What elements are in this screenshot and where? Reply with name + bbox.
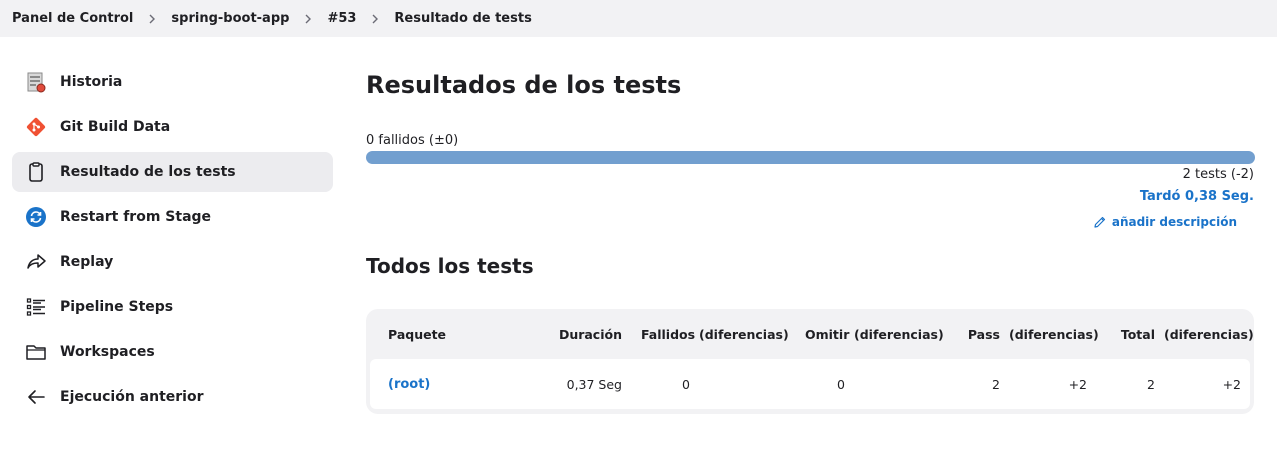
cell-total: 2: [1147, 376, 1155, 392]
sidebar-item-label: Restart from Stage: [60, 209, 212, 225]
sidebar-item-git-build-data[interactable]: Git Build Data: [12, 107, 333, 147]
folder-icon: [24, 340, 48, 364]
sidebar-item-label: Historia: [60, 74, 123, 90]
breadcrumb-dashboard[interactable]: Panel de Control: [12, 11, 133, 26]
breadcrumb-build[interactable]: #53: [327, 11, 356, 26]
cell-skipped-diff: [860, 359, 920, 409]
test-progress-bar: [366, 151, 1255, 164]
duration-link[interactable]: Tardó 0,38 Seg.: [1140, 189, 1254, 204]
sidebar-item-workspaces[interactable]: Workspaces: [12, 332, 333, 372]
cell-total-diff: +2: [1222, 376, 1241, 392]
cell-pass: 2: [992, 376, 1000, 392]
tests-count: 2 tests (-2): [1182, 167, 1254, 182]
cell-failed-diff: [710, 359, 770, 409]
clipboard-icon: [24, 160, 48, 184]
restart-icon: [24, 205, 48, 229]
sidebar-item-replay[interactable]: Replay: [12, 242, 333, 282]
sidebar-item-pipeline-steps[interactable]: Pipeline Steps: [12, 287, 333, 327]
section-title: Todos los tests: [366, 254, 534, 278]
header-pass-diff[interactable]: (diferencias): [1009, 309, 1099, 359]
header-failed-diff[interactable]: (diferencias): [699, 309, 789, 359]
header-total-diff[interactable]: (diferencias): [1164, 309, 1254, 359]
sidebar-item-history[interactable]: Historia: [12, 62, 333, 102]
sidebar-item-label: Workspaces: [60, 344, 155, 360]
history-icon: [24, 70, 48, 94]
header-package[interactable]: Paquete: [388, 309, 446, 359]
sidebar-item-label: Ejecución anterior: [60, 389, 204, 405]
breadcrumb-job[interactable]: spring-boot-app: [171, 11, 289, 26]
sidebar-item-restart-from-stage[interactable]: Restart from Stage: [12, 197, 333, 237]
sidebar: Historia Git Build Data Resultado de los…: [12, 62, 333, 422]
cell-duration: 0,37 Seg: [566, 376, 622, 392]
pencil-icon: [1094, 216, 1105, 228]
header-skipped[interactable]: Omitir: [805, 309, 849, 359]
replay-icon: [24, 250, 48, 274]
add-description-label: añadir descripción: [1111, 215, 1237, 229]
header-pass[interactable]: Pass: [930, 309, 1000, 359]
git-icon: [24, 115, 48, 139]
chevron-right-icon: [289, 11, 327, 26]
page-title: Resultados de los tests: [366, 71, 682, 99]
chevron-right-icon: [356, 11, 394, 26]
sidebar-item-label: Pipeline Steps: [60, 299, 174, 315]
failed-summary: 0 fallidos (±0): [366, 133, 459, 148]
tests-table: Paquete Duración Fallidos (diferencias) …: [366, 309, 1254, 414]
header-failed[interactable]: Fallidos: [641, 309, 695, 359]
sidebar-item-label: Git Build Data: [60, 119, 171, 135]
cell-skipped: 0: [837, 376, 845, 392]
sidebar-item-label: Resultado de los tests: [60, 164, 236, 180]
chevron-right-icon: [133, 11, 171, 26]
arrow-left-icon: [24, 385, 48, 409]
table-row: (root) 0,37 Seg 0 0 2 +2 2 +2: [370, 359, 1250, 409]
sidebar-item-previous-build[interactable]: Ejecución anterior: [12, 377, 333, 417]
list-icon: [24, 295, 48, 319]
cell-failed: 0: [682, 376, 690, 392]
breadcrumb-test-results[interactable]: Resultado de tests: [394, 11, 531, 26]
table-header: Paquete Duración Fallidos (diferencias) …: [370, 309, 1254, 359]
add-description-link[interactable]: añadir descripción: [1093, 215, 1237, 229]
test-progress-fill: [366, 151, 1255, 164]
header-total[interactable]: Total: [1090, 309, 1155, 359]
package-link[interactable]: (root): [388, 359, 430, 409]
sidebar-item-label: Replay: [60, 254, 114, 270]
breadcrumb: Panel de Control spring-boot-app #53 Res…: [0, 0, 1277, 37]
sidebar-item-test-results[interactable]: Resultado de los tests: [12, 152, 333, 192]
header-duration[interactable]: Duración: [550, 309, 622, 359]
cell-pass-diff: +2: [1068, 376, 1087, 392]
